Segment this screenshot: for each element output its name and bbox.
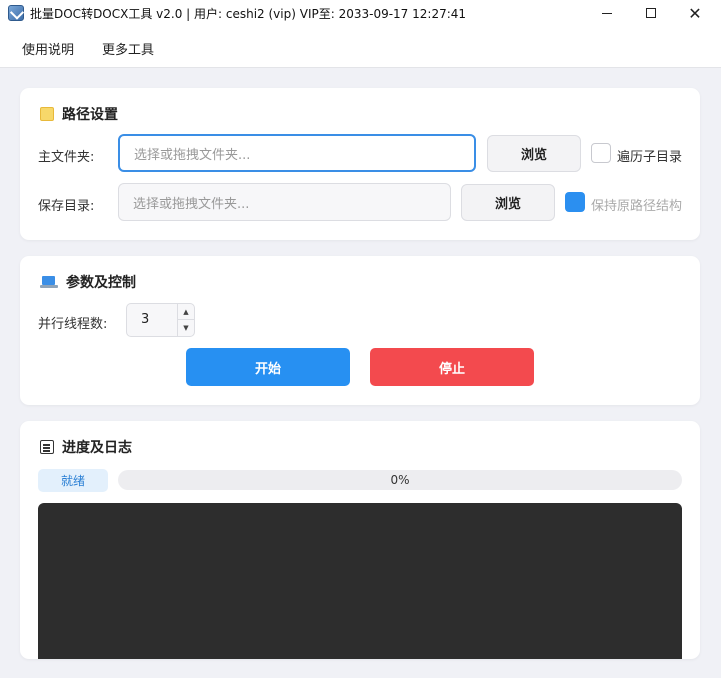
close-icon: ✕ <box>688 3 702 23</box>
main-folder-placeholder: 选择或拖拽文件夹... <box>134 147 251 163</box>
log-list-icon <box>40 440 54 454</box>
app-icon <box>8 5 24 21</box>
save-dir-browse-button[interactable]: 浏览 <box>461 184 555 221</box>
params-title: 参数及控制 <box>40 272 136 292</box>
laptop-icon <box>40 275 58 289</box>
folder-icon <box>40 107 54 121</box>
path-settings-title-text: 路径设置 <box>62 107 118 123</box>
start-button[interactable]: 开始 <box>186 348 350 386</box>
main-folder-input[interactable]: 选择或拖拽文件夹... <box>118 134 476 172</box>
log-title-text: 进度及日志 <box>62 440 132 456</box>
path-settings-card: 路径设置 主文件夹: 选择或拖拽文件夹... 浏览 遍历子目录 保存目录: 选择… <box>20 88 700 240</box>
main-folder-label: 主文件夹: <box>38 150 95 165</box>
threads-label: 并行线程数: <box>38 317 108 332</box>
spin-down-arrow-icon[interactable]: ▼ <box>178 320 194 336</box>
params-title-text: 参数及控制 <box>66 275 136 291</box>
minimize-icon <box>602 12 612 14</box>
keep-structure-label[interactable]: 保持原路径结构 <box>591 195 682 214</box>
threads-stepper: ▲ ▼ <box>177 304 194 336</box>
recurse-subdirs-checkbox[interactable] <box>591 143 611 163</box>
stop-button[interactable]: 停止 <box>370 348 534 386</box>
progress-bar: 0% <box>118 470 682 490</box>
minimize-button[interactable] <box>584 0 630 26</box>
main-folder-browse-button[interactable]: 浏览 <box>487 135 581 172</box>
status-badge: 就绪 <box>38 469 108 492</box>
recurse-subdirs-label[interactable]: 遍历子目录 <box>617 146 682 165</box>
spin-up-arrow-icon[interactable]: ▲ <box>178 304 194 320</box>
maximize-button[interactable] <box>628 0 674 26</box>
threads-spinbox[interactable]: 3 ▲ ▼ <box>126 303 195 337</box>
threads-value[interactable]: 3 <box>141 312 149 327</box>
save-dir-placeholder: 选择或拖拽文件夹... <box>133 196 250 212</box>
maximize-icon <box>646 8 656 18</box>
log-output[interactable] <box>38 503 682 659</box>
title-bar: 批量DOC转DOCX工具 v2.0 | 用户: ceshi2 (vip) VIP… <box>0 0 721 26</box>
menu-item-more-tools[interactable]: 更多工具 <box>102 39 154 58</box>
path-settings-title: 路径设置 <box>40 104 118 124</box>
log-card: 进度及日志 就绪 0% <box>20 421 700 659</box>
log-title: 进度及日志 <box>40 437 132 457</box>
close-button[interactable]: ✕ <box>672 0 718 26</box>
keep-structure-checkbox[interactable] <box>565 192 585 212</box>
params-card: 参数及控制 并行线程数: 3 ▲ ▼ 开始 停止 <box>20 256 700 405</box>
menu-item-help[interactable]: 使用说明 <box>22 39 74 58</box>
save-dir-input[interactable]: 选择或拖拽文件夹... <box>118 183 451 221</box>
menu-bar: 使用说明 更多工具 <box>0 26 721 68</box>
progress-text: 0% <box>390 473 410 487</box>
window-title: 批量DOC转DOCX工具 v2.0 | 用户: ceshi2 (vip) VIP… <box>30 7 467 21</box>
save-dir-label: 保存目录: <box>38 199 95 214</box>
